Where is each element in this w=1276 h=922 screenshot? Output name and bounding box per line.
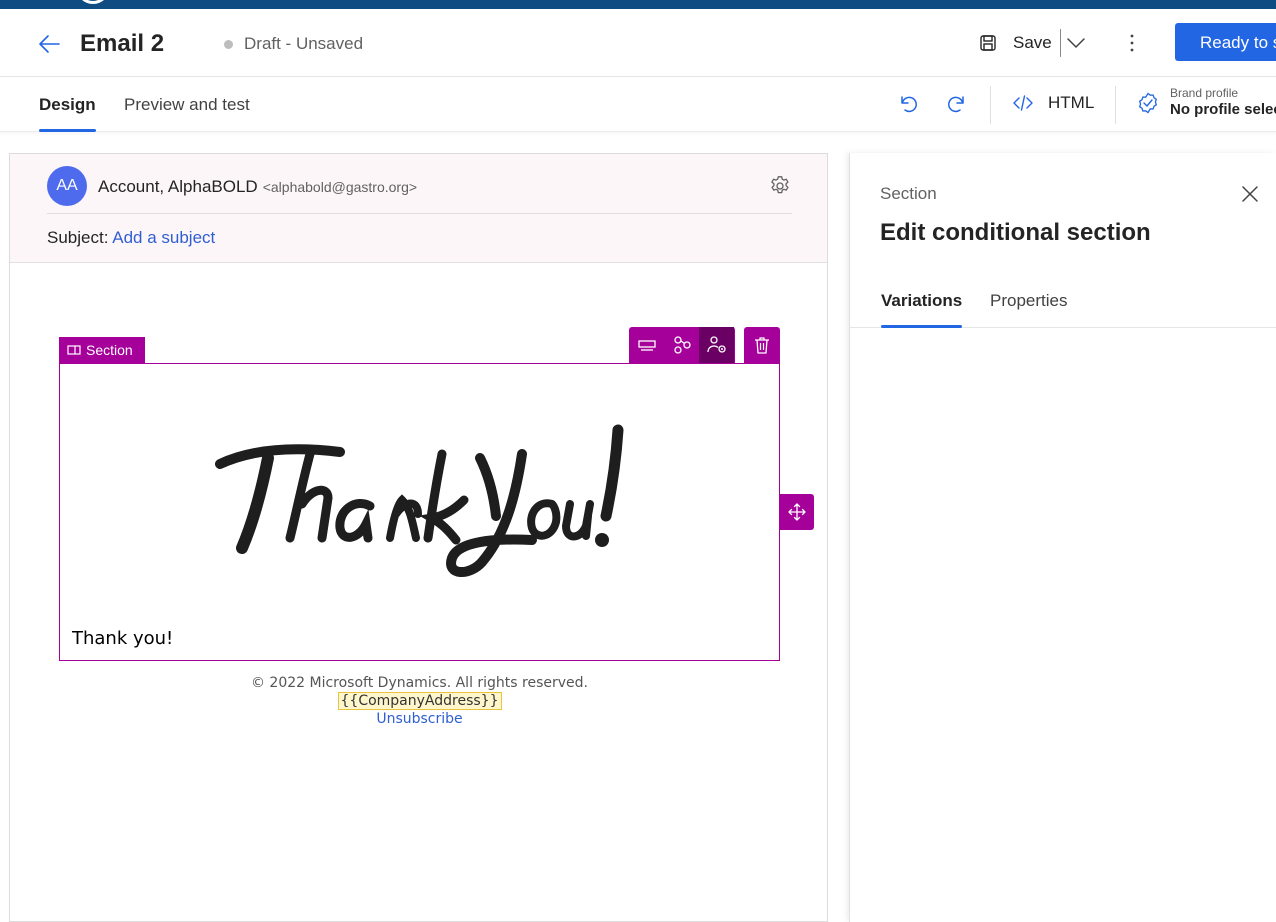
section-toolbar bbox=[629, 327, 735, 363]
tab-preview-and-test[interactable]: Preview and test bbox=[124, 95, 250, 115]
brand-profile-value: No profile select bbox=[1170, 101, 1276, 118]
top-app-bar bbox=[0, 0, 1276, 9]
html-button[interactable]: HTML bbox=[1012, 92, 1094, 114]
panel-tabs: Variations Properties bbox=[850, 281, 1276, 328]
company-address-placeholder[interactable]: {{CompanyAddress}} bbox=[337, 692, 502, 710]
html-label: HTML bbox=[1048, 93, 1095, 112]
panel-label: Section bbox=[880, 184, 937, 203]
subject-label: Subject: bbox=[47, 228, 109, 247]
edit-section-panel: Section Edit conditional section Variati… bbox=[849, 153, 1276, 922]
ready-to-send-button[interactable]: Ready to s bbox=[1175, 23, 1276, 61]
brand-profile-selector[interactable]: Brand profile No profile select bbox=[1136, 86, 1276, 120]
unsubscribe-link[interactable]: Unsubscribe bbox=[376, 711, 462, 727]
thank-you-image bbox=[215, 424, 624, 577]
page-title: Email 2 bbox=[80, 30, 165, 57]
badge-check-icon bbox=[1138, 92, 1158, 114]
add-subject-link[interactable]: Add a subject bbox=[112, 228, 215, 247]
command-bar: Email 2 Draft - Unsaved Save Ready to s bbox=[0, 9, 1276, 77]
section-conditional-settings-icon[interactable] bbox=[699, 327, 734, 363]
header-divider bbox=[47, 213, 792, 214]
avatar: AA bbox=[47, 166, 87, 206]
subject-line: Subject: Add a subject bbox=[47, 228, 215, 248]
toolbar-divider bbox=[990, 86, 991, 124]
conditional-section[interactable]: Thank you! bbox=[59, 363, 780, 661]
save-button[interactable]: Save bbox=[978, 27, 1061, 59]
status-dot bbox=[224, 39, 233, 49]
save-options-chevron-icon[interactable] bbox=[1064, 33, 1088, 53]
close-icon[interactable] bbox=[1239, 183, 1261, 205]
tab-design[interactable]: Design bbox=[39, 95, 96, 132]
section-icon bbox=[67, 345, 81, 355]
section-branch-icon[interactable] bbox=[664, 327, 699, 363]
section-body-text: Thank you! bbox=[72, 628, 174, 649]
from-name: Account, AlphaBOLD bbox=[98, 177, 258, 196]
panel-title: Edit conditional section bbox=[880, 219, 1151, 246]
save-divider bbox=[1059, 29, 1061, 57]
save-label: Save bbox=[1013, 33, 1052, 52]
from-line[interactable]: Account, AlphaBOLD <alphabold@gastro.org> bbox=[98, 177, 417, 197]
status-indicator: Draft - Unsaved bbox=[224, 34, 363, 54]
section-tag[interactable]: Section bbox=[59, 337, 145, 363]
brand-profile-label: Brand profile bbox=[1170, 86, 1239, 100]
email-header: AA Account, AlphaBOLD <alphabold@gastro.o… bbox=[10, 154, 827, 263]
status-text: Draft - Unsaved bbox=[244, 34, 364, 53]
design-tabs-bar: Design Preview and test HTML Brand profi… bbox=[0, 78, 1276, 132]
back-arrow-icon[interactable] bbox=[36, 31, 62, 57]
from-email: <alphabold@gastro.org> bbox=[262, 179, 418, 195]
move-handle-icon[interactable] bbox=[780, 494, 814, 530]
toolbar-divider bbox=[1115, 86, 1116, 124]
more-options-icon[interactable] bbox=[1120, 31, 1144, 55]
save-icon bbox=[980, 35, 996, 51]
copyright-text: © 2022 Microsoft Dynamics. All rights re… bbox=[250, 675, 589, 691]
undo-icon[interactable] bbox=[896, 92, 920, 116]
gear-icon[interactable] bbox=[768, 174, 792, 198]
tab-properties[interactable]: Properties bbox=[990, 291, 1067, 311]
section-layout-icon[interactable] bbox=[629, 327, 664, 363]
redo-icon[interactable] bbox=[945, 92, 969, 116]
tab-variations[interactable]: Variations bbox=[881, 291, 963, 328]
section-tag-label: Section bbox=[86, 342, 133, 358]
code-icon bbox=[1013, 95, 1033, 111]
email-body: Section Thank you! © 2022 Microsoft Dyna… bbox=[10, 263, 827, 921]
email-canvas: AA Account, AlphaBOLD <alphabold@gastro.o… bbox=[9, 153, 828, 922]
delete-section-icon[interactable] bbox=[744, 327, 780, 363]
email-footer: © 2022 Microsoft Dynamics. All rights re… bbox=[10, 674, 829, 728]
